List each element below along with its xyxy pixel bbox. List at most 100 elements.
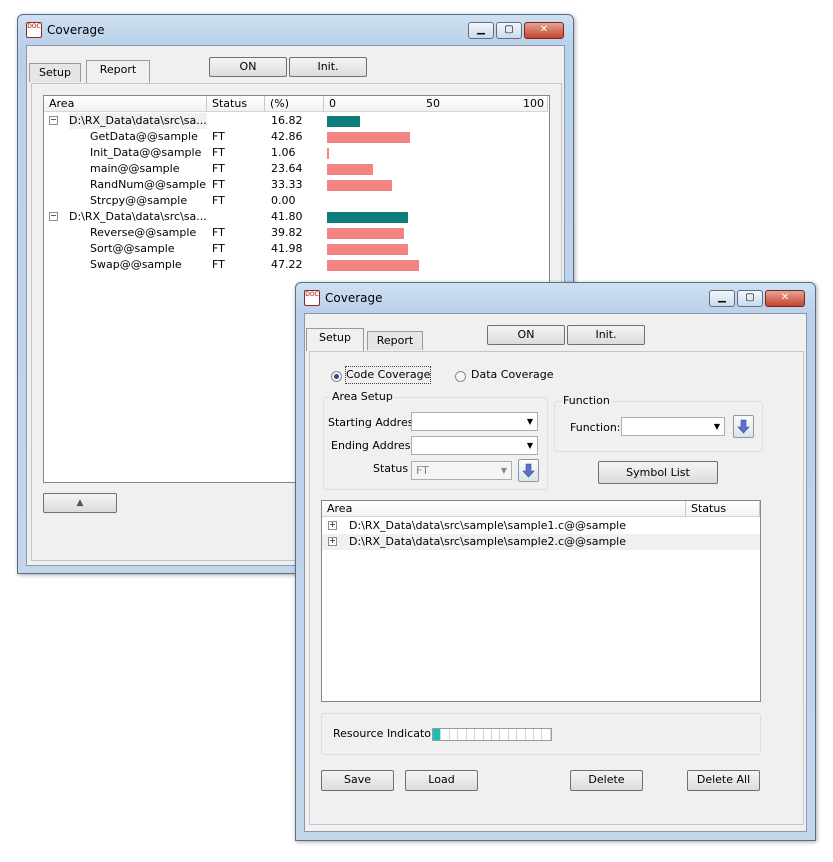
- coverage-bar: [327, 164, 373, 175]
- coverage-bar: [327, 212, 409, 223]
- code-coverage-radio[interactable]: [331, 371, 342, 382]
- row-status: FT: [212, 146, 225, 159]
- resource-segment: [475, 729, 484, 740]
- coverage-bar: [327, 148, 330, 159]
- delete-all-button[interactable]: Delete All: [687, 770, 760, 791]
- resource-segment: [458, 729, 467, 740]
- resource-segment: [484, 729, 492, 740]
- row-percent: 23.64: [271, 162, 303, 175]
- function-combo[interactable]: ▼: [621, 417, 725, 436]
- scale-0: 0: [329, 97, 336, 110]
- expand-icon[interactable]: +: [328, 521, 337, 530]
- resource-segment: [509, 729, 518, 740]
- function-row-area[interactable]: Sort@@sample: [90, 241, 175, 257]
- resource-segment: [492, 729, 501, 740]
- collapse-icon[interactable]: −: [49, 212, 58, 221]
- file-row-area[interactable]: D:\RX_Data\data\src\sa...: [69, 209, 207, 225]
- row-percent: 33.33: [271, 178, 303, 191]
- chevron-down-icon: ▼: [526, 417, 533, 426]
- maximize-button[interactable]: ▢: [737, 290, 763, 307]
- column-status[interactable]: Status: [207, 96, 265, 112]
- arrow-down-icon: [737, 419, 750, 434]
- resource-segment: [542, 729, 551, 740]
- area-list[interactable]: Area Status + D:\RX_Data\data\src\sample…: [321, 500, 761, 702]
- resource-segment: [450, 729, 459, 740]
- function-row-area[interactable]: Init_Data@@sample: [90, 145, 201, 161]
- column-status[interactable]: Status: [686, 501, 760, 517]
- init-button[interactable]: Init.: [289, 57, 367, 77]
- close-button[interactable]: ✕: [524, 22, 564, 39]
- column-graph[interactable]: 0 50 100: [324, 96, 548, 112]
- tab-report[interactable]: Report: [367, 331, 423, 350]
- resource-indicator-label: Resource Indicator: [333, 727, 436, 740]
- function-row-area[interactable]: Swap@@sample: [90, 257, 182, 273]
- row-status: FT: [212, 226, 225, 239]
- ending-address-combo[interactable]: ▼: [411, 436, 538, 455]
- tab-setup[interactable]: Setup: [29, 63, 81, 82]
- init-button[interactable]: Init.: [567, 325, 645, 345]
- on-button[interactable]: ON: [487, 325, 565, 345]
- load-button[interactable]: Load: [405, 770, 478, 791]
- minimize-button[interactable]: ▁: [709, 290, 735, 307]
- tab-setup[interactable]: Setup: [306, 328, 364, 351]
- resource-indicator-bar: [432, 728, 552, 741]
- chevron-down-icon: ▼: [526, 441, 533, 450]
- list-item[interactable]: D:\RX_Data\data\src\sample\sample1.c@@sa…: [349, 518, 626, 534]
- ending-address-label: Ending Address: [331, 439, 417, 452]
- function-row-area[interactable]: RandNum@@sample: [90, 177, 206, 193]
- tab-report[interactable]: Report: [86, 60, 150, 83]
- window-title: Coverage: [47, 23, 105, 37]
- setup-window: DOC Coverage ▁ ▢ ✕ Setup Report ON Init.…: [295, 282, 816, 841]
- report-titlebar[interactable]: DOC Coverage ▁ ▢ ✕: [18, 15, 573, 45]
- row-percent: 47.22: [271, 258, 303, 271]
- collapse-icon[interactable]: −: [49, 116, 58, 125]
- function-row-area[interactable]: main@@sample: [90, 161, 179, 177]
- starting-address-combo[interactable]: ▼: [411, 412, 538, 431]
- code-coverage-label[interactable]: Code Coverage: [344, 366, 432, 384]
- area-setup-label: Area Setup: [330, 389, 395, 405]
- expand-icon[interactable]: +: [328, 537, 337, 546]
- row-status: FT: [212, 162, 225, 175]
- resource-segment: [517, 729, 526, 740]
- column-area[interactable]: Area: [44, 96, 207, 112]
- starting-address-label: Starting Address: [328, 416, 420, 429]
- resource-segment: [467, 729, 476, 740]
- save-button[interactable]: Save: [321, 770, 394, 791]
- status-combo: FT ▼: [411, 461, 512, 480]
- row-percent: 42.86: [271, 130, 303, 143]
- coverage-bar: [327, 228, 405, 239]
- row-percent: 16.82: [271, 114, 303, 127]
- function-apply-button[interactable]: [733, 415, 754, 438]
- chevron-down-icon: ▼: [713, 422, 720, 431]
- list-item[interactable]: D:\RX_Data\data\src\sample\sample2.c@@sa…: [349, 534, 626, 550]
- function-row-area[interactable]: Strcpy@@sample: [90, 193, 187, 209]
- setup-titlebar[interactable]: DOC Coverage ▁ ▢ ✕: [296, 283, 815, 313]
- app-icon: DOC: [304, 290, 320, 306]
- coverage-bar: [327, 132, 411, 143]
- function-row-area[interactable]: GetData@@sample: [90, 129, 198, 145]
- on-button[interactable]: ON: [209, 57, 287, 77]
- file-row-area[interactable]: D:\RX_Data\data\src\sa...: [69, 113, 207, 129]
- data-coverage-label[interactable]: Data Coverage: [471, 367, 553, 383]
- maximize-button[interactable]: ▢: [496, 22, 522, 39]
- symbol-list-button[interactable]: Symbol List: [598, 461, 718, 484]
- row-percent: 41.80: [271, 210, 303, 223]
- row-status: FT: [212, 194, 225, 207]
- status-apply-button[interactable]: [518, 459, 539, 482]
- resource-segment: [433, 729, 442, 740]
- close-button[interactable]: ✕: [765, 290, 805, 307]
- status-value: FT: [416, 464, 429, 477]
- coverage-bar: [327, 244, 409, 255]
- function-label: Function:: [570, 421, 621, 434]
- row-percent: 41.98: [271, 242, 303, 255]
- minimize-button[interactable]: ▁: [468, 22, 494, 39]
- data-coverage-radio[interactable]: [455, 371, 466, 382]
- status-label: Status: [373, 462, 409, 475]
- row-status: FT: [212, 242, 225, 255]
- function-row-area[interactable]: Reverse@@sample: [90, 225, 196, 241]
- column-area[interactable]: Area: [322, 501, 686, 517]
- coverage-bar: [327, 180, 392, 191]
- delete-button[interactable]: Delete: [570, 770, 643, 791]
- scroll-up-button[interactable]: ▲: [43, 493, 117, 513]
- column-percent[interactable]: (%): [265, 96, 324, 112]
